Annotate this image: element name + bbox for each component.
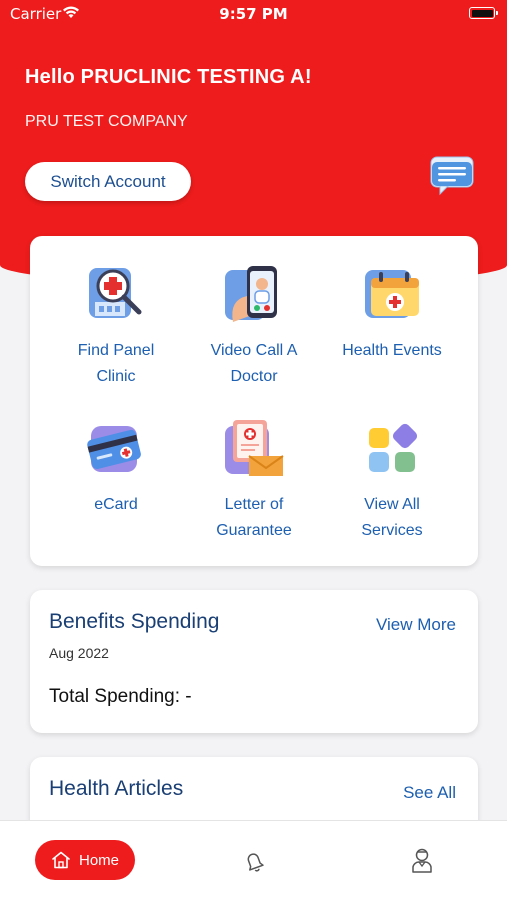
service-video-call-doctor[interactable]: Video Call A Doctor	[184, 264, 324, 390]
view-all-icon	[369, 423, 418, 472]
tab-home[interactable]: Home	[35, 840, 135, 880]
benefits-period: Aug 2022	[49, 645, 109, 661]
service-health-events[interactable]: Health Events	[322, 264, 462, 364]
switch-account-button[interactable]: Switch Account	[25, 162, 191, 201]
find-clinic-icon	[89, 268, 142, 318]
greeting-title: Hello PRUCLINIC TESTING A!	[25, 66, 312, 88]
tab-bar: Home	[0, 820, 507, 900]
view-more-link[interactable]: View More	[376, 615, 456, 635]
service-label: eCard	[94, 496, 138, 513]
ecard-icon	[87, 426, 141, 472]
service-ecard[interactable]: eCard	[46, 418, 186, 518]
health-events-icon	[365, 270, 419, 318]
chat-bubble-icon[interactable]	[430, 156, 474, 196]
service-label: Guarantee	[216, 522, 292, 539]
video-call-icon	[225, 266, 277, 322]
letter-icon	[225, 420, 284, 476]
clock: 9:57 PM	[219, 5, 288, 23]
service-label: Services	[361, 522, 423, 539]
service-find-panel-clinic[interactable]: Find Panel Clinic	[46, 264, 186, 390]
services-card: Find Panel Clinic Video Call A Doctor He…	[30, 236, 478, 566]
service-label: Find Panel	[77, 342, 155, 359]
battery-icon	[469, 7, 498, 19]
benefits-spending-card: Benefits Spending View More Aug 2022 Tot…	[30, 590, 478, 733]
company-name: PRU TEST COMPANY	[25, 113, 188, 130]
service-view-all-services[interactable]: View All Services	[322, 418, 462, 544]
bell-icon[interactable]	[243, 849, 265, 873]
service-letter-of-guarantee[interactable]: Letter of Guarantee	[184, 418, 324, 544]
articles-title: Health Articles	[49, 777, 184, 800]
home-icon	[52, 851, 70, 869]
service-label: Letter of	[224, 496, 284, 513]
total-spending: Total Spending: -	[49, 686, 192, 707]
service-label: View All	[364, 496, 420, 513]
see-all-link[interactable]: See All	[403, 783, 456, 803]
tab-home-label: Home	[78, 851, 119, 869]
service-label: Clinic	[96, 368, 136, 385]
service-label: Doctor	[230, 368, 278, 385]
profile-icon[interactable]	[411, 847, 433, 873]
service-label: Health Events	[342, 342, 442, 359]
benefits-title: Benefits Spending	[49, 610, 220, 633]
service-label: Video Call A	[210, 342, 298, 359]
status-bar: Carrier 9:57 PM	[0, 0, 507, 28]
